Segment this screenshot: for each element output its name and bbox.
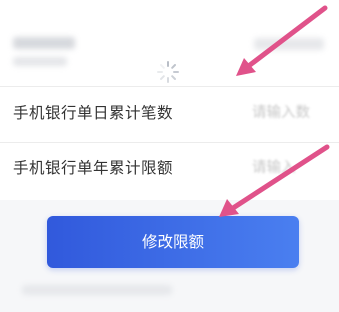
blurred-row-label	[13, 37, 75, 49]
annotation-arrowhead-bottom	[219, 199, 239, 217]
blurred-row-value	[254, 38, 324, 50]
form-panel: 手机银行单日累计笔数 请输入数 手机银行单年累计限额 请输入	[0, 0, 339, 200]
daily-count-input[interactable]: 请输入数	[252, 101, 310, 122]
blurred-footer-text	[22, 285, 172, 295]
daily-count-row[interactable]: 手机银行单日累计笔数 请输入数	[0, 87, 339, 143]
annual-limit-input[interactable]: 请输入	[252, 156, 296, 177]
annual-limit-row[interactable]: 手机银行单年累计限额 请输入	[0, 142, 339, 198]
annual-limit-label: 手机银行单年累计限额	[13, 159, 174, 177]
blurred-row-sublabel	[13, 57, 67, 66]
modify-limit-button[interactable]: 修改限额	[47, 216, 299, 268]
spinner-icon	[157, 61, 179, 83]
daily-count-label: 手机银行单日累计笔数	[13, 104, 174, 122]
